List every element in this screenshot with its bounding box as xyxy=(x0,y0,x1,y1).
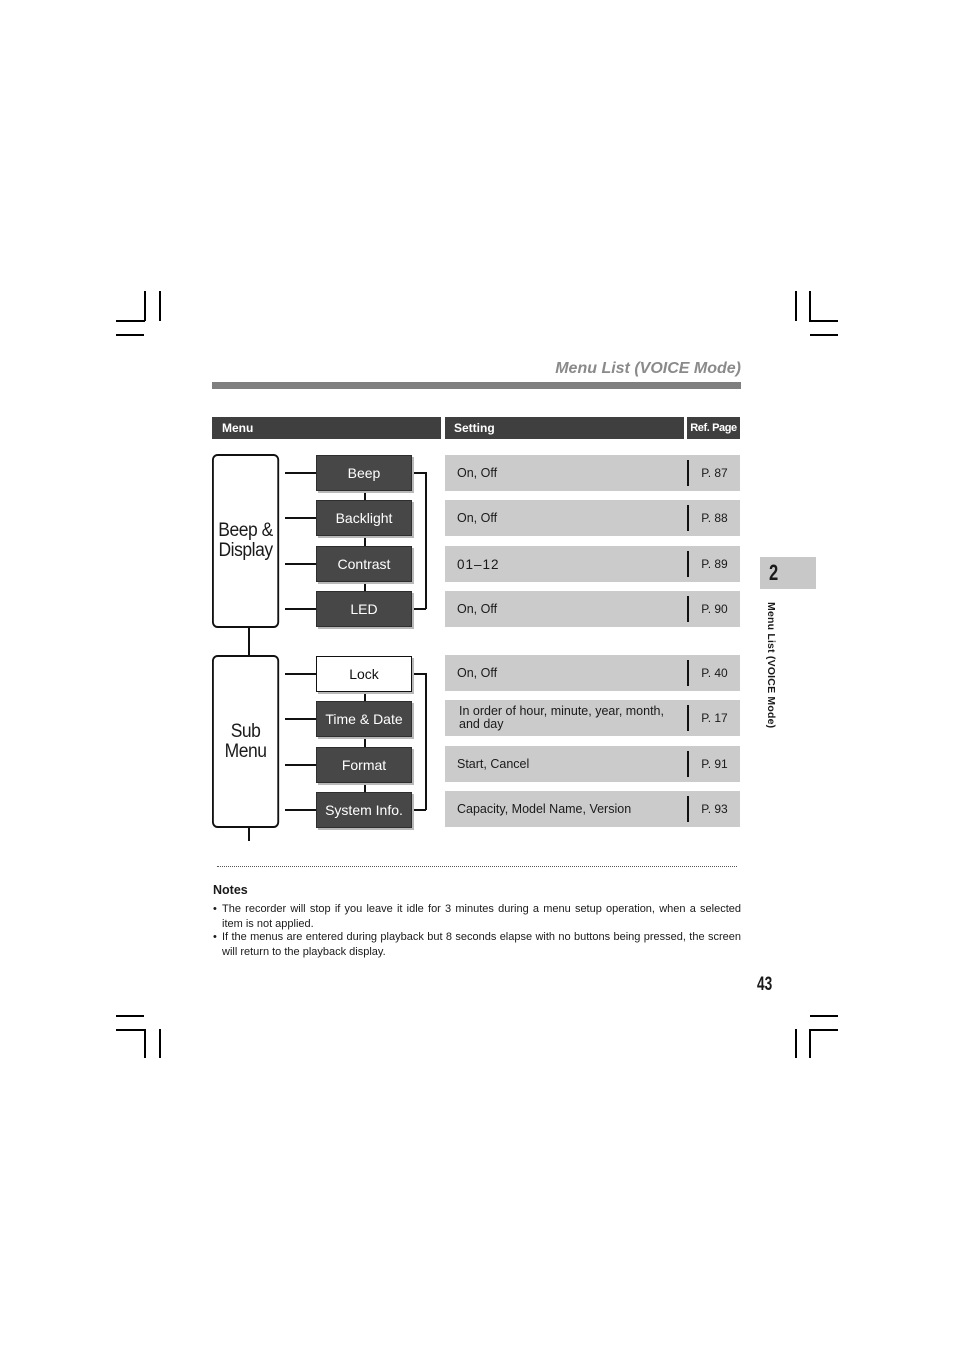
group-connector xyxy=(248,628,250,655)
setting-row-led: On, Off P. 90 xyxy=(445,591,740,627)
setting-row-beep: On, Off P. 87 xyxy=(445,455,740,491)
note-text: If the menus are entered during playback… xyxy=(222,931,741,958)
note-item: • If the menus are entered during playba… xyxy=(213,930,741,959)
menu-group-beep-display: Beep & Display xyxy=(212,454,280,628)
bracket xyxy=(412,608,426,610)
setting-row-backlight: On, Off P. 88 xyxy=(445,500,740,536)
setting-value: On, Off xyxy=(457,465,498,480)
group-label-line1: Sub xyxy=(230,720,261,742)
ref-page: P. 91 xyxy=(701,757,728,771)
ref-page: P. 90 xyxy=(701,602,728,616)
header-setting: Setting xyxy=(445,417,684,439)
setting-value: In order of hour, minute, year, month, a… xyxy=(459,704,664,731)
setting-value: On, Off xyxy=(457,601,498,616)
bracket xyxy=(425,472,427,609)
bullet: • xyxy=(213,931,217,943)
ref-page: P. 40 xyxy=(701,666,728,680)
page-number: 43 xyxy=(757,974,773,995)
note-text: The recorder will stop if you leave it i… xyxy=(222,903,741,930)
setting-value: On, Off xyxy=(457,665,498,680)
setting-value: 01–12 xyxy=(457,556,500,572)
bullet: • xyxy=(213,903,217,915)
connector xyxy=(285,563,316,565)
bracket xyxy=(412,472,426,474)
notes-heading: Notes xyxy=(213,883,248,897)
menu-group-sub-menu: Sub Menu xyxy=(212,655,280,828)
setting-row-lock: On, Off P. 40 xyxy=(445,655,740,691)
setting-value: On, Off xyxy=(457,510,498,525)
note-item: • The recorder will stop if you leave it… xyxy=(213,902,741,931)
menu-item-system-info[interactable]: System Info. xyxy=(316,792,412,828)
menu-item-time-date[interactable]: Time & Date xyxy=(316,701,412,737)
setting-row-format: Start, Cancel P. 91 xyxy=(445,746,740,782)
menu-item-led[interactable]: LED xyxy=(316,591,412,627)
side-label: Menu List (VOICE Mode) xyxy=(765,602,777,729)
chapter-number: 2 xyxy=(769,560,779,585)
bracket xyxy=(412,809,426,811)
connector xyxy=(285,472,316,474)
menu-item-beep[interactable]: Beep xyxy=(316,455,412,491)
setting-row-time-date: In order of hour, minute, year, month, a… xyxy=(445,700,740,736)
header-menu: Menu xyxy=(212,417,441,439)
ref-page: P. 17 xyxy=(701,711,728,725)
bracket xyxy=(412,673,426,675)
connector xyxy=(285,673,316,675)
bracket xyxy=(425,673,427,810)
chapter-tab: 2 xyxy=(760,557,816,589)
group-label-line1: Beep & xyxy=(218,520,273,541)
menu-item-lock[interactable]: Lock xyxy=(316,656,412,692)
header-ref-page: Ref. Page xyxy=(687,417,740,439)
section-title: Menu List (VOICE Mode) xyxy=(555,360,741,377)
ref-page: P. 93 xyxy=(701,802,728,816)
group-tail xyxy=(248,827,250,841)
group-label-line2: Display xyxy=(218,540,274,561)
menu-item-backlight[interactable]: Backlight xyxy=(316,500,412,536)
group-label-line2: Menu xyxy=(224,740,267,762)
setting-value: Capacity, Model Name, Version xyxy=(457,801,632,816)
ref-page: P. 87 xyxy=(701,466,728,480)
menu-item-contrast[interactable]: Contrast xyxy=(316,546,412,582)
connector xyxy=(285,809,316,811)
connector xyxy=(285,517,316,519)
ref-page: P. 88 xyxy=(701,511,728,525)
setting-row-system-info: Capacity, Model Name, Version P. 93 xyxy=(445,791,740,827)
menu-item-format[interactable]: Format xyxy=(316,747,412,783)
connector xyxy=(285,764,316,766)
setting-value: Start, Cancel xyxy=(457,756,530,771)
connector xyxy=(285,608,316,610)
dotted-separator xyxy=(217,866,737,867)
connector xyxy=(285,718,316,720)
setting-row-contrast: 01–12 P. 89 xyxy=(445,546,740,582)
ref-page: P. 89 xyxy=(701,557,728,571)
title-rule xyxy=(212,382,741,389)
